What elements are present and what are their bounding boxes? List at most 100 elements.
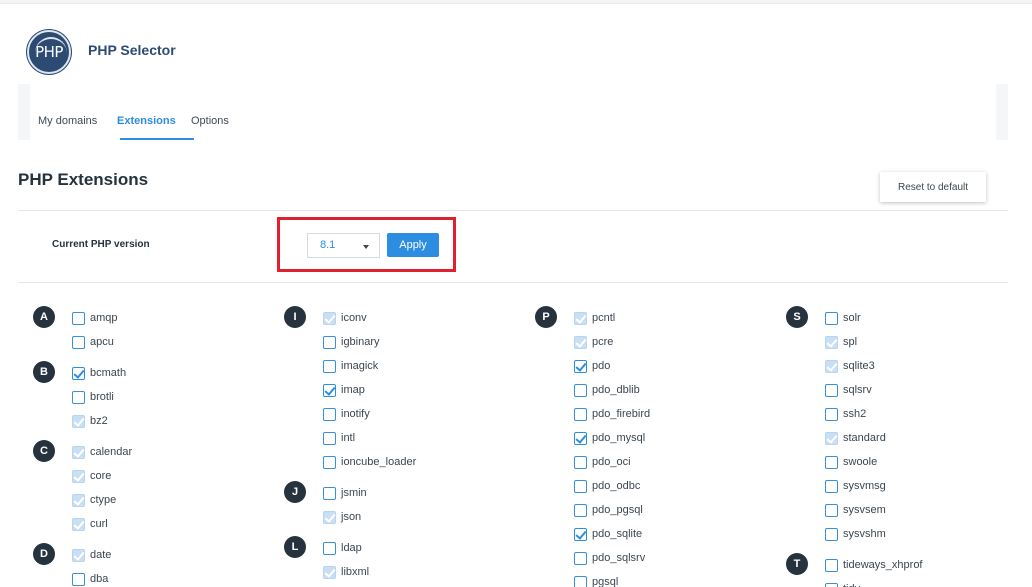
extension-item-ssh2[interactable]: ssh2 xyxy=(825,407,866,421)
extension-item-pdo_pgsql[interactable]: pdo_pgsql xyxy=(574,503,643,517)
extension-checkbox[interactable] xyxy=(323,311,336,325)
extension-checkbox[interactable] xyxy=(72,335,85,349)
extension-item-curl[interactable]: curl xyxy=(72,517,108,531)
extension-checkbox[interactable] xyxy=(825,311,838,325)
extension-checkbox[interactable] xyxy=(323,486,336,500)
extension-checkbox[interactable] xyxy=(72,517,85,531)
extension-item-swoole[interactable]: swoole xyxy=(825,455,877,469)
extension-checkbox[interactable] xyxy=(574,383,587,397)
extension-checkbox[interactable] xyxy=(574,407,587,421)
extension-checkbox[interactable] xyxy=(72,390,85,404)
extension-item-pdo_sqlsrv[interactable]: pdo_sqlsrv xyxy=(574,551,645,565)
extension-checkbox[interactable] xyxy=(72,414,85,428)
tab-options[interactable]: Options xyxy=(191,115,229,127)
extension-checkbox[interactable] xyxy=(574,335,587,349)
extension-item-pdo_sqlite[interactable]: pdo_sqlite xyxy=(574,527,642,541)
extension-checkbox[interactable] xyxy=(72,445,85,459)
extension-item-inotify[interactable]: inotify xyxy=(323,407,370,421)
extension-item-pdo_odbc[interactable]: pdo_odbc xyxy=(574,479,640,493)
extension-item-iconv[interactable]: iconv xyxy=(323,311,367,325)
apply-button[interactable]: Apply xyxy=(387,233,439,257)
extension-checkbox[interactable] xyxy=(825,431,838,445)
extension-checkbox[interactable] xyxy=(323,431,336,445)
extension-item-sqlsrv[interactable]: sqlsrv xyxy=(825,383,872,397)
extension-checkbox[interactable] xyxy=(72,548,85,562)
extension-checkbox[interactable] xyxy=(574,311,587,325)
php-version-select[interactable]: 8.1 xyxy=(307,233,380,258)
extension-checkbox[interactable] xyxy=(574,359,587,373)
extension-item-intl[interactable]: intl xyxy=(323,431,355,445)
extension-checkbox[interactable] xyxy=(323,359,336,373)
extension-checkbox[interactable] xyxy=(323,455,336,469)
extension-item-sysvshm[interactable]: sysvshm xyxy=(825,527,886,541)
extension-checkbox[interactable] xyxy=(72,366,85,380)
extension-item-pdo_mysql[interactable]: pdo_mysql xyxy=(574,431,645,445)
extension-checkbox[interactable] xyxy=(825,359,838,373)
extension-item-pdo_firebird[interactable]: pdo_firebird xyxy=(574,407,650,421)
extension-item-apcu[interactable]: apcu xyxy=(72,335,114,349)
extension-item-ctype[interactable]: ctype xyxy=(72,493,116,507)
extension-item-igbinary[interactable]: igbinary xyxy=(323,335,380,349)
extension-checkbox[interactable] xyxy=(825,383,838,397)
extension-item-standard[interactable]: standard xyxy=(825,431,886,445)
extension-checkbox[interactable] xyxy=(72,311,85,325)
extension-checkbox[interactable] xyxy=(574,503,587,517)
tab-extensions[interactable]: Extensions xyxy=(117,115,176,127)
extension-item-ldap[interactable]: ldap xyxy=(323,541,362,555)
extension-item-bz2[interactable]: bz2 xyxy=(72,414,108,428)
extension-item-calendar[interactable]: calendar xyxy=(72,445,132,459)
extension-checkbox[interactable] xyxy=(825,558,838,572)
extension-checkbox[interactable] xyxy=(574,431,587,445)
extension-item-pcntl[interactable]: pcntl xyxy=(574,311,615,325)
extension-item-bcmath[interactable]: bcmath xyxy=(72,366,126,380)
extension-checkbox[interactable] xyxy=(72,572,85,586)
extension-item-sysvmsg[interactable]: sysvmsg xyxy=(825,479,886,493)
extension-checkbox[interactable] xyxy=(323,407,336,421)
extension-checkbox[interactable] xyxy=(574,479,587,493)
extension-checkbox[interactable] xyxy=(825,582,838,587)
extension-item-spl[interactable]: spl xyxy=(825,335,857,349)
extension-item-sqlite3[interactable]: sqlite3 xyxy=(825,359,875,373)
extension-item-ioncube_loader[interactable]: ioncube_loader xyxy=(323,455,416,469)
extension-checkbox[interactable] xyxy=(574,527,587,541)
extension-item-core[interactable]: core xyxy=(72,469,111,483)
extension-checkbox[interactable] xyxy=(825,335,838,349)
extension-checkbox[interactable] xyxy=(323,565,336,579)
extension-item-amqp[interactable]: amqp xyxy=(72,311,118,325)
extension-item-pdo_oci[interactable]: pdo_oci xyxy=(574,455,631,469)
extension-item-sysvsem[interactable]: sysvsem xyxy=(825,503,886,517)
extension-checkbox[interactable] xyxy=(825,479,838,493)
extension-item-brotli[interactable]: brotli xyxy=(72,390,114,404)
extension-checkbox[interactable] xyxy=(574,551,587,565)
extension-checkbox[interactable] xyxy=(825,455,838,469)
extension-checkbox[interactable] xyxy=(72,469,85,483)
extension-label: jsmin xyxy=(341,487,367,499)
extension-item-jsmin[interactable]: jsmin xyxy=(323,486,367,500)
tab-my-domains[interactable]: My domains xyxy=(38,115,97,127)
extension-checkbox[interactable] xyxy=(825,503,838,517)
extension-item-libxml[interactable]: libxml xyxy=(323,565,369,579)
extension-item-solr[interactable]: solr xyxy=(825,311,861,325)
extension-item-imagick[interactable]: imagick xyxy=(323,359,378,373)
extension-checkbox[interactable] xyxy=(323,541,336,555)
extension-item-tidy[interactable]: tidy xyxy=(825,582,860,587)
extension-checkbox[interactable] xyxy=(323,335,336,349)
extension-checkbox[interactable] xyxy=(323,383,336,397)
extension-item-date[interactable]: date xyxy=(72,548,111,562)
extension-item-dba[interactable]: dba xyxy=(72,572,108,586)
extension-checkbox[interactable] xyxy=(825,527,838,541)
extension-checkbox[interactable] xyxy=(323,510,336,524)
extension-label: pdo_dblib xyxy=(592,384,640,396)
extension-checkbox[interactable] xyxy=(72,493,85,507)
reset-to-default-button[interactable]: Reset to default xyxy=(880,172,986,202)
extension-item-pcre[interactable]: pcre xyxy=(574,335,613,349)
extension-checkbox[interactable] xyxy=(574,575,587,587)
extension-item-json[interactable]: json xyxy=(323,510,361,524)
extension-item-imap[interactable]: imap xyxy=(323,383,365,397)
extension-item-pdo_dblib[interactable]: pdo_dblib xyxy=(574,383,640,397)
extension-checkbox[interactable] xyxy=(574,455,587,469)
extension-item-tideways_xhprof[interactable]: tideways_xhprof xyxy=(825,558,923,572)
extension-item-pgsql[interactable]: pgsql xyxy=(574,575,618,587)
extension-checkbox[interactable] xyxy=(825,407,838,421)
extension-item-pdo[interactable]: pdo xyxy=(574,359,610,373)
